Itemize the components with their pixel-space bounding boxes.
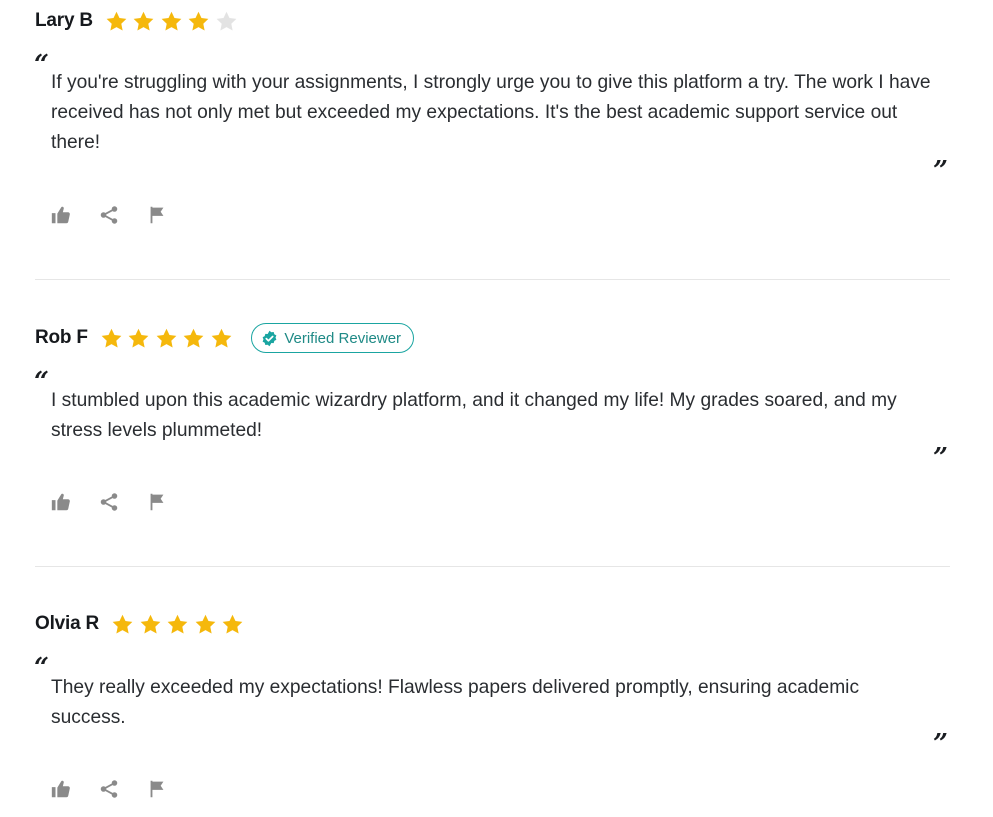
- star-filled-icon: [221, 613, 244, 636]
- review-header: Lary B: [35, 4, 950, 38]
- review-card: Lary B “ If you're struggling with your …: [34, 4, 950, 224]
- star-filled-icon: [139, 613, 162, 636]
- close-quote-icon: ”: [933, 729, 948, 759]
- review-text: I stumbled upon this academic wizardry p…: [51, 390, 897, 441]
- review-card: Rob F Verified Reviewer “ I stumbled upo…: [34, 321, 950, 511]
- review-header: Rob F Verified Reviewer: [35, 321, 950, 355]
- flag-icon[interactable]: [146, 491, 168, 513]
- review-actions: [50, 204, 194, 226]
- star-filled-icon: [166, 613, 189, 636]
- close-quote-icon: ”: [933, 443, 948, 473]
- review-divider: [35, 566, 950, 567]
- review-divider: [35, 279, 950, 280]
- star-filled-icon: [160, 10, 183, 33]
- verified-reviewer-label: Verified Reviewer: [284, 329, 402, 347]
- thumbs-up-icon[interactable]: [50, 204, 72, 226]
- reviewer-name: Olvia R: [35, 613, 100, 634]
- reviewer-name: Rob F: [35, 327, 88, 348]
- review-actions: [50, 491, 194, 513]
- star-filled-icon: [182, 327, 205, 350]
- share-icon[interactable]: [98, 778, 120, 800]
- open-quote-icon: “: [34, 50, 49, 80]
- review-card: Olvia R “ They really exceeded my expect…: [34, 607, 950, 798]
- open-quote-icon: “: [34, 653, 49, 683]
- star-filled-icon: [100, 327, 123, 350]
- flag-icon[interactable]: [146, 204, 168, 226]
- share-icon[interactable]: [98, 204, 120, 226]
- star-filled-icon: [210, 327, 233, 350]
- star-filled-icon: [111, 613, 134, 636]
- star-empty-icon: [215, 10, 238, 33]
- reviewer-name: Lary B: [35, 10, 93, 31]
- verified-reviewer-badge: Verified Reviewer: [251, 323, 415, 353]
- star-rating: [111, 609, 249, 639]
- share-icon[interactable]: [98, 491, 120, 513]
- review-actions: [50, 778, 194, 800]
- review-text: They really exceeded my expectations! Fl…: [51, 677, 860, 728]
- close-quote-icon: ”: [933, 156, 948, 186]
- review-text: If you're struggling with your assignmen…: [51, 72, 931, 153]
- star-rating: [105, 6, 243, 36]
- star-filled-icon: [127, 327, 150, 350]
- star-filled-icon: [187, 10, 210, 33]
- review-header: Olvia R: [35, 607, 950, 641]
- star-filled-icon: [105, 10, 128, 33]
- flag-icon[interactable]: [146, 778, 168, 800]
- thumbs-up-icon[interactable]: [50, 778, 72, 800]
- star-rating: [100, 323, 238, 353]
- thumbs-up-icon[interactable]: [50, 491, 72, 513]
- star-filled-icon: [155, 327, 178, 350]
- star-filled-icon: [194, 613, 217, 636]
- verified-check-icon: [261, 330, 278, 347]
- star-filled-icon: [132, 10, 155, 33]
- open-quote-icon: “: [34, 367, 49, 397]
